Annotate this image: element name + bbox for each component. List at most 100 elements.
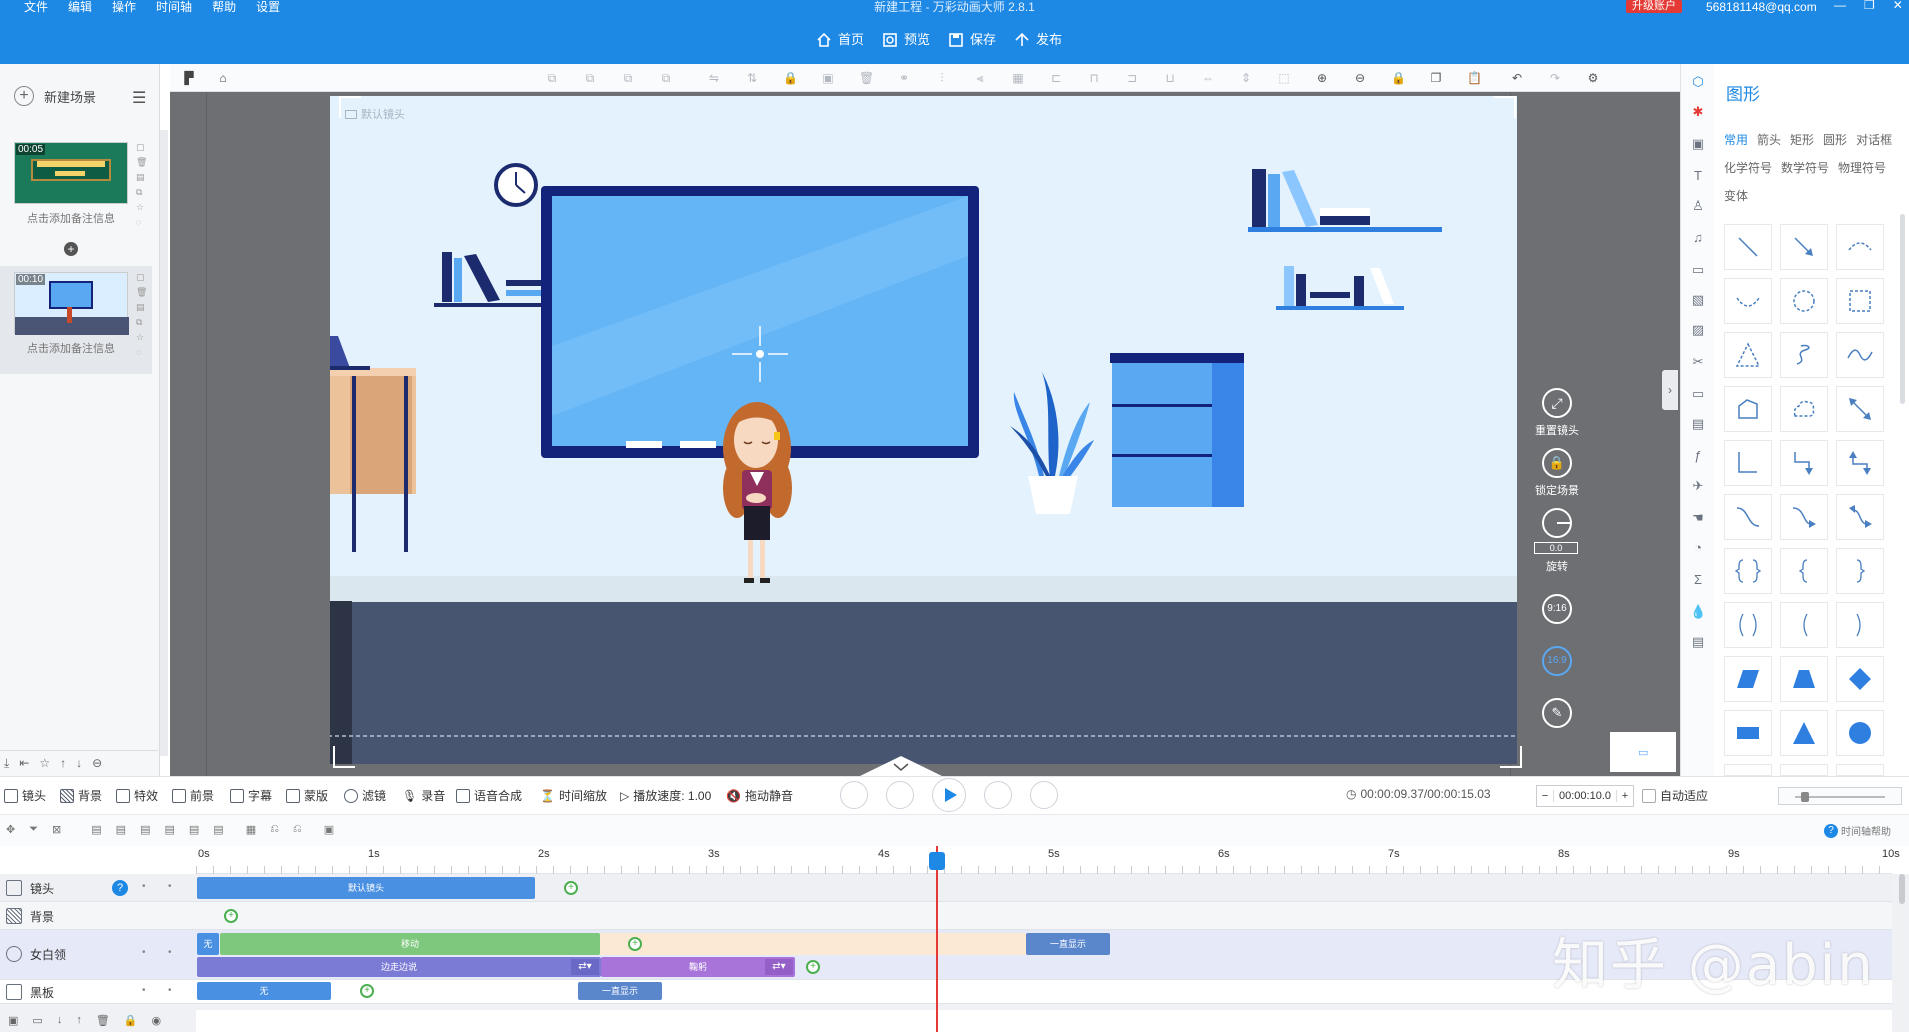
shape-curve-double-arrow[interactable] [1836,494,1884,540]
timeline-bar[interactable]: 边走边说 [197,957,601,977]
shape-freehand[interactable] [1780,332,1828,378]
tts-button[interactable]: 语音合成 [456,787,522,804]
align-center-icon[interactable]: ▤ [116,823,126,836]
track-blackboard[interactable]: 黑板 • • [0,978,196,1006]
distribute-icon[interactable]: ▤ [164,823,174,836]
import-icon[interactable]: ⤓ [4,756,9,770]
merge-icon[interactable]: ⎌ [293,823,302,836]
record-button[interactable]: 🎙 录音 [402,787,445,804]
shape-wave[interactable] [1836,332,1884,378]
menu-timeline[interactable]: 时间轴 [156,0,192,14]
preview-button[interactable]: 预览 [882,30,930,50]
layer-down-icon[interactable]: ⧉ [583,71,597,85]
timeline-vscroll[interactable] [1898,874,1906,1032]
eye-icon[interactable]: ◉ [151,1014,161,1028]
account-email[interactable]: 568181148@qq.com [1706,0,1817,14]
scene-item[interactable]: 00:10 点击添加备注信息 ▢ 🗑 ▤ ⧉ ☆ ◌ [0,266,152,374]
lock-dot[interactable]: • [168,947,172,958]
settings-icon[interactable]: ⚙ [1586,71,1600,85]
bring-front-icon[interactable]: ⧉ [621,71,635,85]
shape-left-brace[interactable] [1780,548,1828,594]
tab-arrows[interactable]: 箭头 [1757,133,1781,147]
lock-scene-button[interactable]: 🔒 [1542,448,1572,478]
flip-v-icon[interactable]: ⇅ [745,71,759,85]
scene-scrollbar[interactable] [160,130,168,756]
options-icon[interactable]: ⊖ [92,756,102,770]
shape-rect-outline[interactable] [1836,278,1884,324]
same-size-icon[interactable]: ⬚ [1277,71,1291,85]
visibility-dot[interactable]: • [142,985,146,996]
export-icon[interactable]: ⇤ [19,756,29,770]
tab-rectangles[interactable]: 矩形 [1790,133,1814,147]
track-camera[interactable]: 镜头 ? • • [0,874,196,902]
forward-button[interactable] [984,781,1012,809]
zoom-slider[interactable] [1778,787,1902,805]
role-icon[interactable]: ✱ [1690,104,1706,120]
scene-list-icon[interactable]: ☰ [132,88,146,108]
timeline-help[interactable]: ? 时间轴帮助 [1824,823,1891,838]
minimize-icon[interactable]: — [1834,0,1846,12]
shape-elbow-arrow[interactable] [1780,440,1828,486]
ratio-916-button[interactable]: 9:16 [1542,594,1572,624]
increase-icon[interactable]: + [1617,790,1633,802]
timeline-bar[interactable]: 移动 [220,933,600,955]
time-ruler[interactable]: 0s 1s 2s 3s 4s 5s 6s 7s 8s 9s 10s [196,846,1900,874]
timeline-hscroll[interactable] [196,1010,1892,1032]
delete-icon[interactable]: 🗑 [136,157,147,168]
swf-icon[interactable]: ƒ [1690,448,1706,464]
shape-double-arrow[interactable] [1836,386,1884,432]
shape-left-bracket[interactable] [1780,602,1828,648]
duplicate-icon[interactable]: ⧉ [136,187,147,198]
lock-icon[interactable]: 🔒 [124,1014,138,1028]
group-icon[interactable]: ▣ [821,71,835,85]
add-subtitle-button[interactable]: 字幕 [230,787,272,804]
character-icon[interactable]: ♙ [1690,198,1706,214]
menu-edit[interactable]: 编辑 [68,0,92,14]
delete-icon[interactable]: 🗑 [859,71,874,85]
same-width-icon[interactable]: ⇔ [1201,71,1215,85]
svg-icon[interactable]: ▧ [1690,292,1706,308]
canvas-collapse-toggle[interactable] [860,756,942,776]
track-character[interactable]: 女白领 • • [0,940,196,968]
layer-up-icon[interactable]: ⧉ [545,71,559,85]
align-left-icon[interactable]: ⊏ [1049,71,1063,85]
same-start-icon[interactable]: ▤ [213,823,223,836]
up-icon[interactable]: ↑ [76,1014,82,1028]
zoom-out-icon[interactable]: ⊖ [1353,71,1367,85]
rotate-dial[interactable] [1542,508,1572,538]
restore-icon[interactable]: ❐ [1864,0,1875,12]
lock-canvas-icon[interactable]: 🔒 [1391,71,1406,85]
favorite-icon[interactable]: ☆ [39,756,50,770]
film-icon[interactable]: ▤ [1690,416,1706,432]
move-icon[interactable]: ▤ [136,302,147,313]
prev-scene-button[interactable] [840,781,868,809]
decrease-icon[interactable]: − [1537,790,1553,802]
flip-h-icon[interactable]: ⇋ [707,71,721,85]
menu-settings[interactable]: 设置 [256,0,280,14]
move-up-icon[interactable]: ↑ [60,756,66,770]
shape-rectangle[interactable] [1724,710,1772,756]
tab-variants[interactable]: 变体 [1724,189,1748,203]
more-icon[interactable]: ◌ [136,347,147,357]
new-scene-button[interactable]: + 新建场景 [14,86,96,106]
drop-icon[interactable]: 💧 [1690,604,1706,620]
hand-icon[interactable]: ☚ [1690,510,1706,526]
stage-canvas[interactable] [330,96,1517,764]
shape-trapezoid[interactable] [1780,656,1828,702]
scene-note[interactable]: 点击添加备注信息 [14,210,128,226]
home-button[interactable]: 首页 [816,30,864,50]
align-top-icon[interactable]: ⊓ [1087,71,1101,85]
star-icon[interactable]: ☆ [136,202,147,213]
shape-pentagon[interactable] [1836,764,1884,776]
filter-icon[interactable]: ⏷ [29,823,38,836]
loop-icon[interactable]: ⇄▾ [765,959,793,975]
track-background[interactable]: 背景 [0,902,196,930]
visibility-dot[interactable]: • [142,881,146,892]
more-icon[interactable]: ◌ [136,217,147,227]
image-icon[interactable]: ▣ [8,1014,18,1028]
duration-stepper[interactable]: − 00:00:10.0 + [1536,785,1634,807]
loop-icon[interactable]: ⇄▾ [571,959,599,975]
tool-icon[interactable]: ✂ [1690,354,1706,370]
shape-curve-arrow[interactable] [1780,494,1828,540]
add-keyframe-icon[interactable]: + [806,960,820,974]
